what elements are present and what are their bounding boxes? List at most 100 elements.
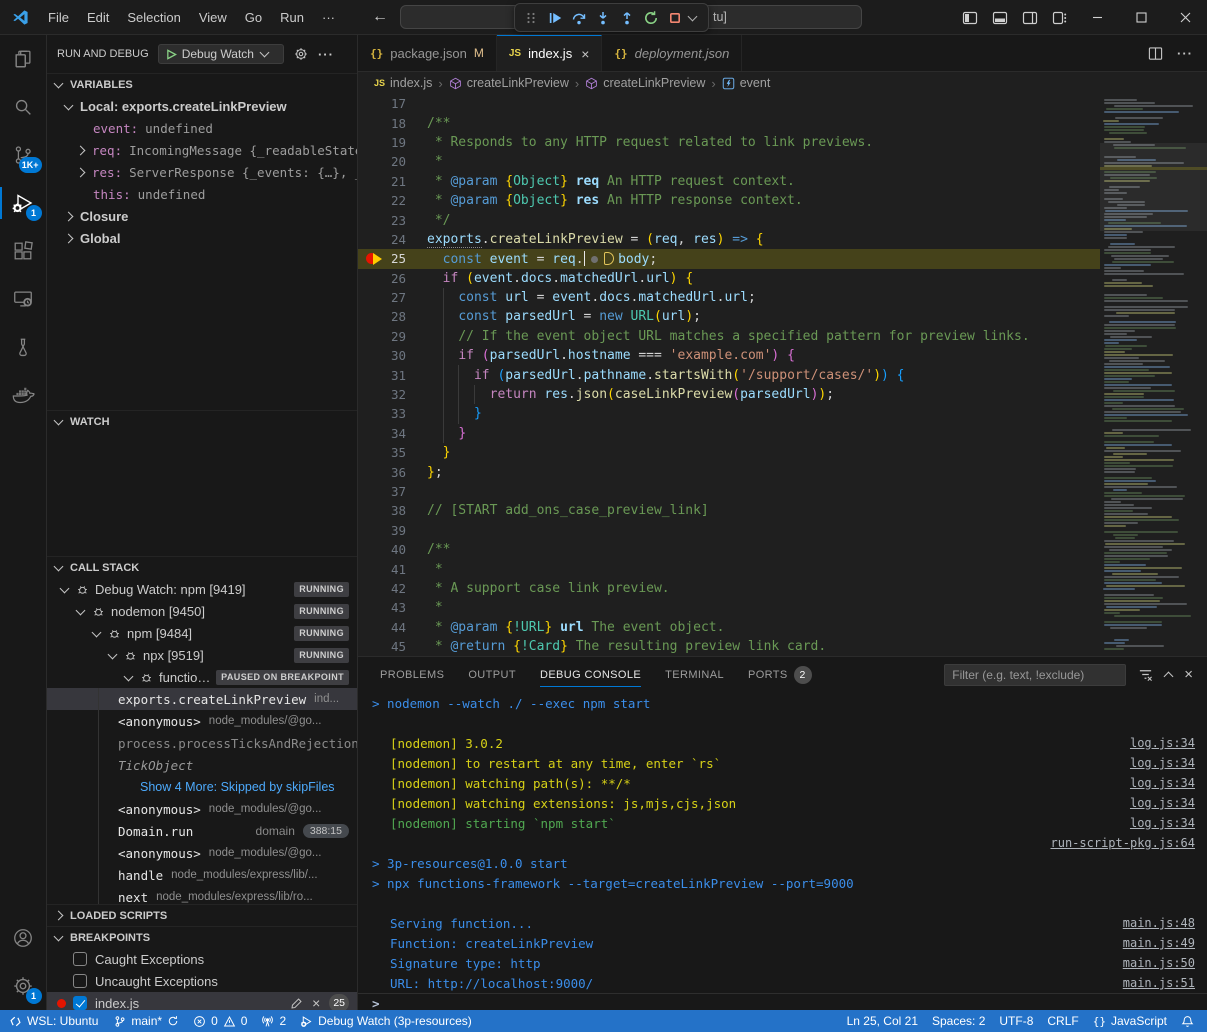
- code-line[interactable]: 34 }: [358, 424, 1100, 443]
- accounts-icon[interactable]: [0, 914, 47, 962]
- panel-tab-output[interactable]: OUTPUT: [468, 657, 516, 692]
- source-control-icon[interactable]: 1K+: [0, 131, 47, 179]
- source-link[interactable]: main.js:51: [1123, 976, 1207, 990]
- call-stack-row[interactable]: exports.createLinkPreviewind...: [47, 688, 357, 710]
- drag-handle-icon[interactable]: [519, 6, 543, 30]
- indentation-status[interactable]: Spaces: 2: [925, 1010, 992, 1032]
- console-row[interactable]: Function: createLinkPreviewmain.js:49: [358, 933, 1207, 953]
- variable-row[interactable]: this:undefined: [47, 183, 357, 205]
- console-row[interactable]: > npx functions-framework --target=creat…: [358, 873, 1207, 893]
- call-stack-row[interactable]: functions-fra...PAUSED ON BREAKPOINT: [47, 666, 357, 688]
- explorer-icon[interactable]: [0, 35, 47, 83]
- menu-item-···[interactable]: ···: [313, 6, 344, 29]
- console-row[interactable]: [nodemon] watching path(s): **/*log.js:3…: [358, 773, 1207, 793]
- call-stack-row[interactable]: process.processTicksAndRejections: [47, 732, 357, 754]
- variable-row[interactable]: Local: exports.createLinkPreview: [47, 95, 357, 117]
- menu-item-go[interactable]: Go: [236, 6, 271, 29]
- console-row[interactable]: Signature type: httpmain.js:50: [358, 953, 1207, 973]
- debug-settings-gear-icon[interactable]: [294, 47, 308, 61]
- code-line[interactable]: 42 * A support case link preview.: [358, 579, 1100, 598]
- console-row[interactable]: Serving function...main.js:48: [358, 913, 1207, 933]
- breakpoint-checkbox[interactable]: [73, 974, 87, 988]
- source-link[interactable]: log.js:34: [1130, 816, 1207, 830]
- code-line[interactable]: 29 // If the event object URL matches a …: [358, 327, 1100, 346]
- console-row[interactable]: URL: http://localhost:9000/main.js:51: [358, 973, 1207, 993]
- restart-button[interactable]: [639, 6, 663, 30]
- debug-toolbar-chevron-icon[interactable]: [688, 12, 698, 22]
- panel-tab-terminal[interactable]: TERMINAL: [665, 657, 724, 692]
- customize-layout-icon[interactable]: [1045, 5, 1075, 31]
- testing-icon[interactable]: [0, 323, 47, 371]
- panel-tab-debug-console[interactable]: DEBUG CONSOLE: [540, 657, 641, 692]
- cursor-position-status[interactable]: Ln 25, Col 21: [840, 1010, 925, 1032]
- tab-deployment-json[interactable]: {} deployment.json: [602, 35, 742, 71]
- variable-row[interactable]: Global: [47, 227, 357, 249]
- minimap-slider[interactable]: [1100, 143, 1207, 231]
- code-line[interactable]: 25 const event = req.body;: [358, 249, 1100, 268]
- source-link[interactable]: log.js:34: [1130, 756, 1207, 770]
- breadcrumb-symbol-event[interactable]: event: [722, 76, 771, 90]
- breakpoint-row[interactable]: Uncaught Exceptions: [47, 970, 357, 992]
- source-link[interactable]: run-script-pkg.js:64: [1051, 836, 1207, 850]
- console-input-row[interactable]: >: [358, 993, 1207, 1010]
- console-row[interactable]: run-script-pkg.js:64: [358, 833, 1207, 853]
- code-line[interactable]: 43 *: [358, 598, 1100, 617]
- minimap[interactable]: [1100, 94, 1207, 656]
- code-line[interactable]: 38// [START add_ons_case_preview_link]: [358, 501, 1100, 520]
- code-line[interactable]: 20 *: [358, 152, 1100, 171]
- code-line[interactable]: 36};: [358, 462, 1100, 481]
- code-line[interactable]: 19 * Responds to any HTTP request relate…: [358, 133, 1100, 152]
- search-icon[interactable]: [0, 83, 47, 131]
- loaded-scripts-section-header[interactable]: LOADED SCRIPTS: [47, 904, 357, 926]
- code-line[interactable]: 40/**: [358, 540, 1100, 559]
- call-stack-row[interactable]: Show 4 More: Skipped by skipFiles: [47, 776, 357, 798]
- console-row[interactable]: > 3p-resources@1.0.0 start: [358, 853, 1207, 873]
- console-row[interactable]: [358, 893, 1207, 913]
- breakpoint-row[interactable]: index.js×25: [47, 992, 357, 1010]
- menu-item-edit[interactable]: Edit: [78, 6, 118, 29]
- watch-section-header[interactable]: WATCH: [47, 410, 357, 432]
- step-out-button[interactable]: [615, 6, 639, 30]
- menu-item-run[interactable]: Run: [271, 6, 313, 29]
- console-row[interactable]: [358, 713, 1207, 733]
- breadcrumb-symbol[interactable]: createLinkPreview: [449, 76, 569, 90]
- back-arrow-icon[interactable]: ←: [372, 8, 388, 26]
- toggle-panel-icon[interactable]: [985, 5, 1015, 31]
- call-stack-row[interactable]: TickObject: [47, 754, 357, 776]
- step-into-button[interactable]: [591, 6, 615, 30]
- more-actions-icon[interactable]: ···: [318, 47, 334, 62]
- call-stack-row[interactable]: nextnode_modules/express/lib/ro...: [47, 886, 357, 904]
- code-line[interactable]: 39: [358, 521, 1100, 540]
- toggle-primary-sidebar-icon[interactable]: [955, 5, 985, 31]
- code-line[interactable]: 24exports.createLinkPreview = (req, res)…: [358, 230, 1100, 249]
- source-link[interactable]: main.js:48: [1123, 916, 1207, 930]
- docker-icon[interactable]: [0, 371, 47, 419]
- call-stack-section-header[interactable]: CALL STACK: [47, 556, 357, 578]
- debug-console-output[interactable]: > nodemon --watch ./ --exec npm start[no…: [358, 693, 1207, 1010]
- code-line[interactable]: 17: [358, 94, 1100, 113]
- maximize-panel-chevron-icon[interactable]: [1165, 670, 1172, 680]
- variable-row[interactable]: event:undefined: [47, 117, 357, 139]
- source-link[interactable]: log.js:34: [1130, 776, 1207, 790]
- call-stack-row[interactable]: nodemon [9450]RUNNING: [47, 600, 357, 622]
- code-line[interactable]: 44 * @param {!URL} url The event object.: [358, 618, 1100, 637]
- minimize-button[interactable]: [1075, 0, 1119, 35]
- variable-row[interactable]: res:ServerResponse {_events: {…}, _e…: [47, 161, 357, 183]
- variable-row[interactable]: req:IncomingMessage {_readableState:…: [47, 139, 357, 161]
- menu-item-selection[interactable]: Selection: [118, 6, 189, 29]
- encoding-status[interactable]: UTF-8: [992, 1010, 1040, 1032]
- debug-session-status[interactable]: Debug Watch (3p-resources): [293, 1010, 479, 1032]
- remote-indicator[interactable]: WSL: Ubuntu: [0, 1010, 107, 1032]
- breadcrumb-symbol[interactable]: createLinkPreview: [585, 76, 705, 90]
- call-stack-row[interactable]: Domain.rundomain388:15: [47, 820, 357, 842]
- language-mode-status[interactable]: {} JavaScript: [1086, 1010, 1174, 1032]
- more-actions-icon[interactable]: ···: [1177, 46, 1193, 61]
- source-link[interactable]: main.js:50: [1123, 956, 1207, 970]
- panel-tab-ports[interactable]: PORTS2: [748, 657, 812, 692]
- code-line[interactable]: 18/**: [358, 113, 1100, 132]
- code-line[interactable]: 41 *: [358, 559, 1100, 578]
- code-line[interactable]: 31 if (parsedUrl.pathname.startsWith('/s…: [358, 365, 1100, 384]
- forwarded-ports-status[interactable]: 2: [254, 1010, 293, 1032]
- call-stack-row[interactable]: handlenode_modules/express/lib/...: [47, 864, 357, 886]
- call-stack-row[interactable]: <anonymous>node_modules/@go...: [47, 798, 357, 820]
